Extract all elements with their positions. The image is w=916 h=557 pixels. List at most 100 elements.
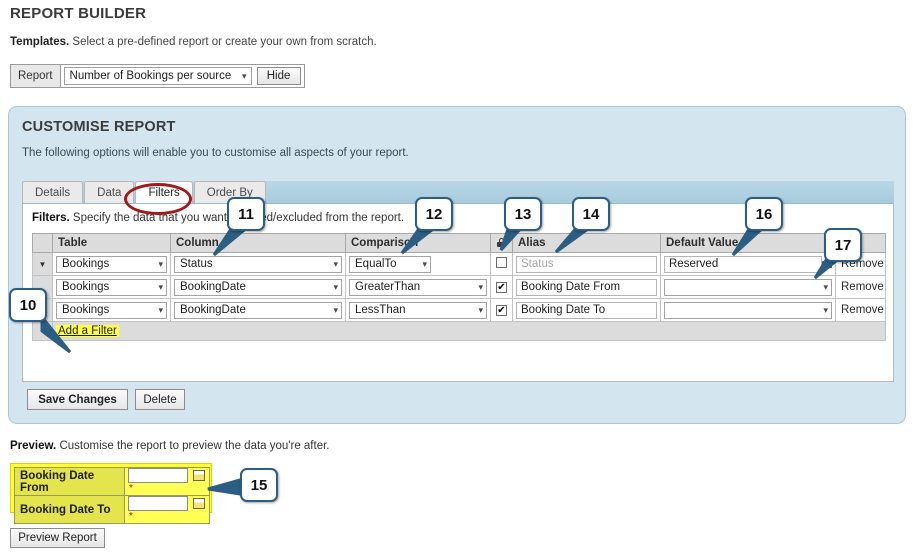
row-1-column-cell: Status ▾ [170,252,346,276]
hide-button[interactable]: Hide [256,67,301,85]
row-expander-1[interactable]: ▼ [32,252,53,276]
row-3-alias-cell: Booking Date To [512,298,661,322]
callout-12: 12 [415,197,453,231]
row-1-default-wrap: Reserved [664,255,833,273]
row-1-comparison-cell: EqualTo ▾ [345,252,491,276]
row-1-alias-input[interactable]: Status [516,255,657,273]
filters-label: Filters. [32,212,70,224]
row-2-default-cell: ▾ [660,275,836,299]
row-3-column-select[interactable]: BookingDate ▾ [174,301,342,319]
row-2-column-value: BookingDate [180,281,246,293]
preview-description: Preview. Customise the report to preview… [10,440,329,452]
list-item: Booking Date From * [14,467,210,496]
chevron-down-icon: ▾ [158,304,163,315]
row-1-column-select[interactable]: Status ▾ [174,255,342,273]
callout-11: 11 [227,197,265,231]
report-template-bar: Report Number of Bookings per source ▾ H… [10,64,305,88]
row-3-alias-input[interactable]: Booking Date To [516,301,657,319]
templates-label: Templates. [10,36,70,48]
row-3-lock-checkbox[interactable]: ✔ [496,305,507,317]
row-2-table-value: Bookings [62,281,110,293]
chevron-down-icon: ▾ [158,281,163,292]
panel-title: CUSTOMISE REPORT [22,119,176,135]
preview-field-1-cell: * [124,467,210,496]
chevron-down-icon: ▾ [333,281,338,292]
chevron-down-icon: ▾ [478,304,483,315]
row-2-column-cell: BookingDate ▾ [170,275,346,299]
row-3-column-cell: BookingDate ▾ [170,298,346,322]
column-header-comparison: Comparison [345,233,491,253]
row-2-default-select[interactable]: ▾ [664,278,832,296]
row-1-comparison-value: EqualTo [355,258,397,270]
chevron-down-icon: ▾ [478,281,483,292]
required-marker: * [129,511,133,522]
row-2-column-select[interactable]: BookingDate ▾ [174,278,342,296]
chevron-down-icon: ▼ [38,260,47,269]
column-header-default-value: Default Value [660,233,836,253]
booking-date-from-input[interactable] [128,468,188,483]
preview-parameters-table: Booking Date From * Booking Date To * [14,467,210,524]
row-3-table-select[interactable]: Bookings ▾ [56,301,167,319]
row-2-table-select[interactable]: Bookings ▾ [56,278,167,296]
delete-button[interactable]: Delete [135,389,185,410]
add-filter-cell: Add a Filter [52,321,886,341]
preview-report-button[interactable]: Preview Report [10,528,105,548]
row-2-remove-link[interactable]: Remove [839,281,884,293]
save-changes-button[interactable]: Save Changes [27,389,128,410]
row-3-default-cell: ▾ [660,298,836,322]
row-3-comparison-value: LessThan [355,304,406,316]
row-1-column-value: Status [180,258,213,270]
row-2-remove-cell: Remove [835,275,886,299]
add-filter-spacer [32,321,53,341]
booking-date-to-input[interactable] [128,496,188,511]
row-1-alias-cell: Status [512,252,661,276]
filters-description: Filters. Specify the data that you want … [32,212,404,224]
row-2-lock-cell: ✔ [490,275,513,299]
preview-field-1-label: Booking Date From [14,467,125,496]
row-3-default-select[interactable]: ▾ [664,301,832,319]
row-1-lock-checkbox[interactable] [496,257,507,268]
calendar-icon[interactable] [193,470,206,481]
table-row: ▲ Bookings ▾ BookingDate ▾ [32,298,886,322]
filters-table-header-row: Table Column Comparison Alias Default Va… [32,233,886,253]
panel-subtitle: The following options will enable you to… [22,147,409,159]
column-header-expander [32,233,53,253]
chevron-down-icon: ▾ [333,258,338,269]
tab-details[interactable]: Details [22,181,84,203]
row-2-table-cell: Bookings ▾ [52,275,171,299]
column-header-lock [490,233,513,253]
row-3-comparison-select[interactable]: LessThan ▾ [349,301,487,319]
row-1-comparison-select[interactable]: EqualTo ▾ [349,255,431,273]
row-3-column-value: BookingDate [180,304,246,316]
callout-13: 13 [504,197,542,231]
row-1-table-select[interactable]: Bookings ▾ [56,255,167,273]
chevron-down-icon: ▾ [158,258,163,269]
add-filter-row: Add a Filter [32,321,886,341]
row-2-comparison-select[interactable]: GreaterThan ▾ [349,278,487,296]
add-filter-link[interactable]: Add a Filter [56,325,119,337]
row-1-default-input[interactable]: Reserved [664,255,822,273]
filters-tab-annotation-ellipse [124,183,192,215]
column-header-alias: Alias [512,233,661,253]
chevron-down-icon: ▾ [242,70,247,81]
row-2-alias-cell: Booking Date From [512,275,661,299]
row-3-table-value: Bookings [62,304,110,316]
report-label: Report [11,65,61,87]
preview-text: Customise the report to preview the data… [56,440,330,452]
callout-14: 14 [572,197,610,231]
row-1-default-cell: Reserved [660,252,836,276]
row-3-remove-link[interactable]: Remove [839,304,884,316]
chevron-down-icon: ▾ [823,281,828,292]
callout-10: 10 [9,288,47,322]
row-2-lock-checkbox[interactable]: ✔ [496,282,507,294]
customise-report-panel: CUSTOMISE REPORT The following options w… [8,106,906,424]
calendar-icon[interactable] [193,498,206,509]
row-3-remove-cell: Remove [835,298,886,322]
row-2-comparison-cell: GreaterThan ▾ [345,275,491,299]
callout-15: 15 [240,468,278,502]
row-2-alias-input[interactable]: Booking Date From [516,278,657,296]
report-template-select[interactable]: Number of Bookings per source ▾ [63,67,252,85]
report-builder-page: REPORT BUILDER Templates. Select a pre-d… [0,0,916,557]
page-title: REPORT BUILDER [10,5,147,22]
preview-field-2-label: Booking Date To [14,495,125,524]
